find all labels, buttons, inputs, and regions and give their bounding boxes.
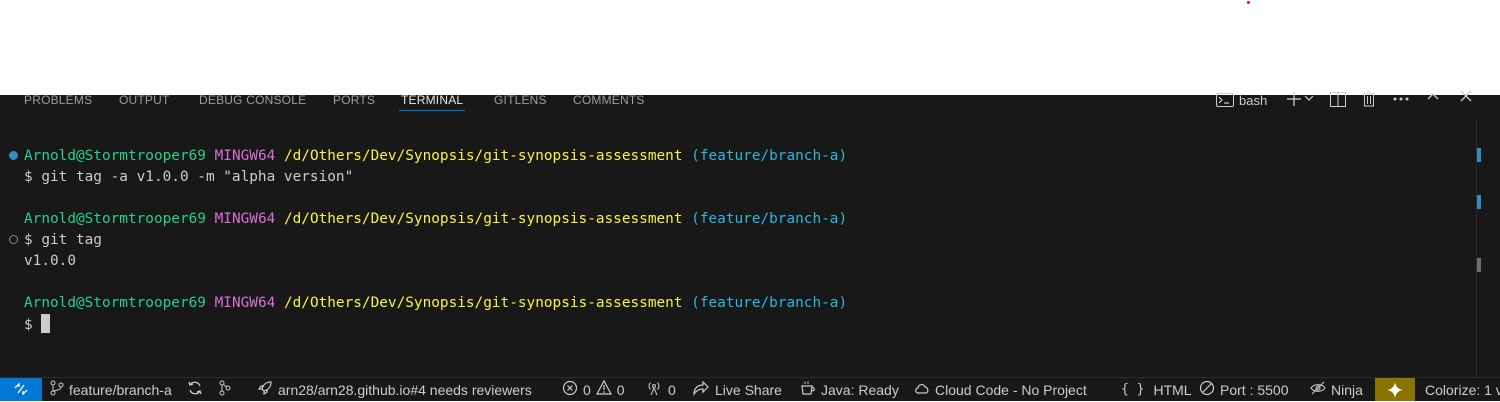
live-share-label: Live Share — [715, 382, 782, 398]
forwarded-ports[interactable]: 0 — [645, 380, 676, 400]
prompt-branch: (feature/branch-a) — [691, 211, 848, 227]
prompt-branch: (feature/branch-a) — [691, 148, 848, 164]
close-icon — [1460, 90, 1472, 102]
split-terminal-button[interactable] — [1330, 92, 1346, 112]
pull-request-label: arn28/arn28.github.io#4 needs reviewers — [278, 382, 532, 398]
prompt-system: MINGW64 — [214, 295, 276, 311]
colorize-label: Colorize: 1 v — [1425, 382, 1500, 398]
prompt-user: Arnold@Stormtrooper69 — [24, 211, 206, 227]
tab-terminal[interactable]: TERMINAL — [398, 93, 466, 115]
prompt-line: Arnold@Stormtrooper69 MINGW64 /d/Others/… — [24, 146, 847, 167]
remote-indicator[interactable] — [0, 378, 42, 401]
tab-comments[interactable]: COMMENTS — [573, 93, 645, 115]
cloud-icon — [914, 380, 930, 400]
language-mode[interactable]: { } HTML — [1121, 380, 1192, 400]
status-bar: feature/branch-a arn28/arn28.github.io#4… — [0, 377, 1500, 401]
tab-problems[interactable]: PROBLEMS — [24, 93, 92, 115]
live-share-icon — [692, 380, 710, 401]
command-output: v1.0.0 — [24, 253, 76, 269]
command-success-decoration[interactable] — [9, 151, 18, 160]
sync-icon — [187, 380, 203, 401]
colorize-status[interactable]: Colorize: 1 v — [1425, 380, 1500, 400]
command-line: $ git tag — [24, 232, 102, 248]
command-decoration[interactable] — [9, 235, 18, 244]
branch-name: feature/branch-a — [69, 382, 172, 398]
new-terminal-button[interactable] — [1286, 91, 1302, 111]
warning-count: 0 — [616, 382, 625, 398]
terminal-selector[interactable]: bash — [1216, 91, 1267, 109]
maximize-panel-button[interactable] — [1427, 92, 1439, 112]
bottom-panel: PROBLEMS OUTPUT DEBUG CONSOLE PORTS TERM… — [0, 90, 1500, 377]
error-count: 0 — [583, 382, 591, 398]
command-line[interactable]: $ — [24, 314, 51, 335]
rocket-icon — [257, 380, 273, 401]
live-share-button[interactable]: Live Share — [692, 380, 782, 400]
terminal-profiles-button[interactable] — [1304, 94, 1314, 114]
terminal-icon — [1216, 93, 1234, 107]
prompt-path: /d/Others/Dev/Synopsis/git-synopsis-asse… — [283, 295, 683, 311]
pull-request-status[interactable]: arn28/arn28.github.io#4 needs reviewers — [257, 380, 532, 400]
cloud-code-status[interactable]: Cloud Code - No Project — [914, 380, 1087, 400]
graph-button[interactable] — [218, 380, 232, 400]
prompt-system: MINGW64 — [214, 211, 276, 227]
prompt-line: Arnold@Stormtrooper69 MINGW64 /d/Others/… — [24, 293, 847, 314]
prompt-line: Arnold@Stormtrooper69 MINGW64 /d/Others/… — [24, 209, 847, 230]
ninja-label: Ninja — [1331, 382, 1363, 398]
prompt-user: Arnold@Stormtrooper69 — [24, 295, 206, 311]
chevron-down-icon — [1304, 94, 1314, 102]
problems-indicator[interactable]: 0 0 — [562, 379, 625, 401]
scrollbar-marker — [1477, 195, 1481, 209]
terminal-cursor — [41, 314, 51, 333]
command-line: $ git tag -a v1.0.0 -m "alpha version" — [24, 169, 354, 185]
prompt-user: Arnold@Stormtrooper69 — [24, 148, 206, 164]
warning-icon — [595, 379, 612, 400]
language-label: HTML — [1153, 382, 1192, 398]
tab-gitlens[interactable]: GITLENS — [494, 93, 547, 115]
ninja-status[interactable]: Ninja — [1310, 380, 1363, 400]
terminal-name: bash — [1239, 92, 1268, 108]
git-graph-icon — [218, 380, 232, 401]
scrollbar-thumb[interactable] — [1477, 258, 1481, 272]
tab-debug-console[interactable]: DEBUG CONSOLE — [199, 93, 306, 115]
prompt-branch: (feature/branch-a) — [691, 295, 848, 311]
java-status[interactable]: Java: Ready — [800, 380, 899, 400]
panel-tab-bar: PROBLEMS OUTPUT DEBUG CONSOLE PORTS TERM… — [0, 90, 1500, 119]
prompt-system: MINGW64 — [214, 148, 276, 164]
ellipsis-icon — [1393, 97, 1409, 101]
error-icon — [562, 380, 578, 401]
terminal-output[interactable]: Arnold@Stormtrooper69 MINGW64 /d/Others/… — [0, 119, 1476, 377]
chevron-up-icon — [1427, 92, 1439, 100]
sparkle-button[interactable] — [1375, 378, 1415, 401]
more-actions-button[interactable] — [1393, 97, 1409, 117]
scrollbar-marker — [1477, 148, 1481, 162]
no-entry-icon — [1199, 380, 1215, 401]
port-label: Port : 5500 — [1220, 382, 1289, 398]
plus-icon — [1286, 91, 1302, 107]
close-panel-button[interactable] — [1460, 90, 1472, 110]
cloud-code-label: Cloud Code - No Project — [935, 382, 1087, 398]
live-server-port[interactable]: Port : 5500 — [1199, 380, 1289, 400]
coffee-icon — [800, 380, 816, 401]
red-dot — [1247, 1, 1250, 4]
command-input: $ — [24, 317, 42, 333]
prompt-path: /d/Others/Dev/Synopsis/git-synopsis-asse… — [283, 148, 683, 164]
editor-area — [0, 0, 1500, 95]
split-icon — [1330, 92, 1346, 107]
prompt-path: /d/Others/Dev/Synopsis/git-synopsis-asse… — [283, 211, 683, 227]
sparkle-icon — [1386, 381, 1404, 402]
braces-icon: { } — [1121, 382, 1145, 397]
tab-output[interactable]: OUTPUT — [119, 93, 170, 115]
trash-icon — [1362, 91, 1376, 107]
ports-count: 0 — [668, 382, 676, 398]
tab-ports[interactable]: PORTS — [333, 93, 375, 115]
kill-terminal-button[interactable] — [1362, 91, 1376, 111]
eye-closed-icon — [1310, 380, 1326, 400]
broadcast-icon — [645, 380, 663, 401]
sync-button[interactable] — [187, 380, 203, 400]
java-label: Java: Ready — [821, 382, 899, 398]
git-branch-icon — [50, 380, 64, 401]
remote-icon — [14, 382, 28, 399]
branch-indicator[interactable]: feature/branch-a — [50, 380, 172, 400]
